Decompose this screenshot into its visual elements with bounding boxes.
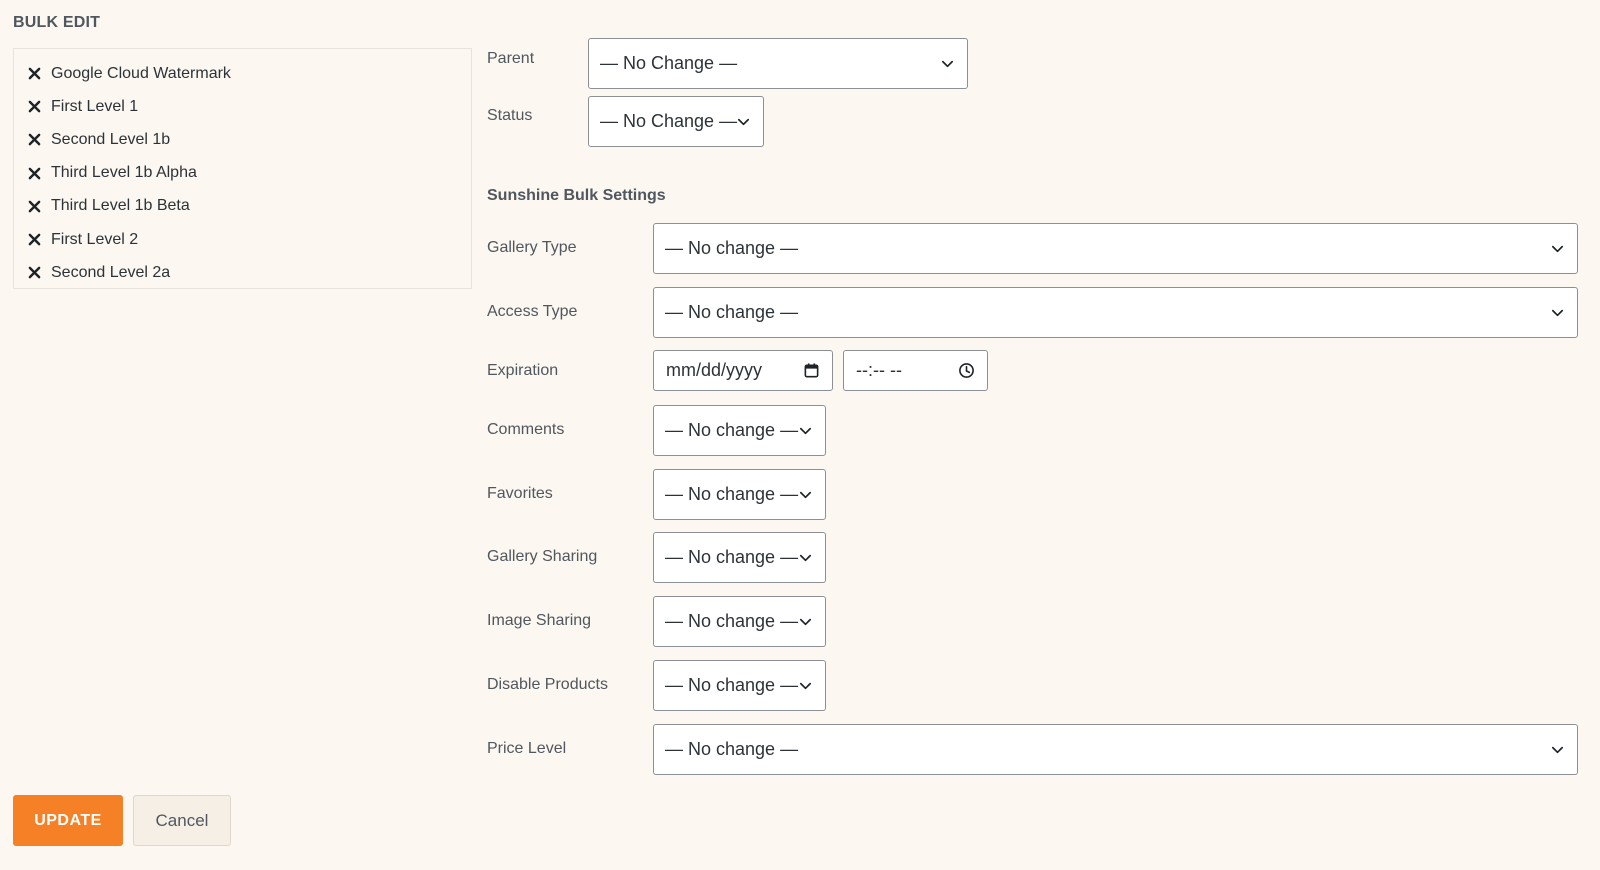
access-type-select[interactable]: — No change — (653, 287, 1578, 338)
close-icon[interactable] (27, 100, 41, 114)
chevron-down-icon (797, 550, 813, 566)
status-select[interactable]: — No Change — (588, 96, 764, 147)
list-item-label: Second Level 2a (51, 263, 171, 281)
status-label: Status (487, 107, 533, 124)
selected-items-list: Google Cloud Watermark First Level 1 Sec… (13, 48, 472, 289)
list-item-label: First Level 2 (51, 230, 139, 248)
comments-value: — No change — (665, 420, 799, 440)
list-item: Google Cloud Watermark (14, 57, 471, 90)
disable-products-value: — No change — (665, 675, 799, 695)
comments-label: Comments (487, 421, 565, 438)
chevron-down-icon (797, 614, 813, 630)
list-item: Third Level 1b Alpha (14, 157, 471, 190)
list-item: First Level 1 (14, 90, 471, 123)
list-item-label: Second Level 1b (51, 130, 171, 148)
gallery-sharing-label: Gallery Sharing (487, 548, 598, 565)
close-icon[interactable] (27, 133, 41, 147)
chevron-down-icon (939, 56, 955, 72)
parent-select-value: — No Change — (600, 53, 738, 73)
parent-label: Parent (487, 50, 535, 67)
expiration-date-placeholder: mm/dd/yyyy (666, 360, 763, 380)
list-item-label: Third Level 1b Beta (51, 197, 190, 215)
cancel-button[interactable]: Cancel (133, 795, 231, 846)
list-item: Third Level 1b Beta (14, 190, 471, 223)
bulk-edit-title: BULK EDIT (13, 14, 101, 31)
close-icon[interactable] (27, 266, 41, 280)
chevron-down-icon (1549, 305, 1565, 321)
favorites-select[interactable]: — No change — (653, 469, 826, 520)
chevron-down-icon (735, 114, 751, 130)
close-icon[interactable] (27, 233, 41, 247)
parent-select[interactable]: — No Change — (588, 38, 968, 89)
access-type-label: Access Type (487, 303, 578, 320)
chevron-down-icon (1549, 241, 1565, 257)
disable-products-label: Disable Products (487, 676, 608, 693)
gallery-sharing-select[interactable]: — No change — (653, 532, 826, 583)
close-icon[interactable] (27, 199, 41, 213)
chevron-down-icon (797, 487, 813, 503)
price-level-select[interactable]: — No change — (653, 724, 1578, 775)
list-item: Second Level 2a (14, 256, 471, 289)
expiration-label: Expiration (487, 362, 559, 379)
close-icon[interactable] (27, 67, 41, 81)
favorites-label: Favorites (487, 485, 553, 502)
expiration-time-input[interactable]: --:-- -- (843, 350, 988, 391)
chevron-down-icon (1549, 742, 1565, 758)
list-item-label: First Level 1 (51, 97, 139, 115)
gallery-type-label: Gallery Type (487, 239, 577, 256)
comments-select[interactable]: — No change — (653, 405, 826, 456)
chevron-down-icon (797, 423, 813, 439)
status-select-value: — No Change — (600, 111, 738, 131)
sunshine-bulk-settings-title: Sunshine Bulk Settings (487, 187, 666, 204)
chevron-down-icon (797, 678, 813, 694)
image-sharing-select[interactable]: — No change — (653, 596, 826, 647)
list-item-label: Google Cloud Watermark (51, 64, 231, 82)
list-item-label: Third Level 1b Alpha (51, 164, 197, 182)
price-level-label: Price Level (487, 740, 567, 757)
access-type-value: — No change — (665, 302, 799, 322)
gallery-sharing-value: — No change — (665, 547, 799, 567)
favorites-value: — No change — (665, 484, 799, 504)
update-button[interactable]: UPDATE (13, 795, 123, 846)
clock-icon[interactable] (957, 362, 975, 380)
image-sharing-value: — No change — (665, 611, 799, 631)
image-sharing-label: Image Sharing (487, 612, 592, 629)
price-level-value: — No change — (665, 739, 799, 759)
close-icon[interactable] (27, 166, 41, 180)
calendar-icon[interactable] (802, 362, 820, 380)
expiration-date-input[interactable]: mm/dd/yyyy (653, 350, 833, 391)
list-item: First Level 2 (14, 223, 471, 256)
gallery-type-value: — No change — (665, 238, 799, 258)
gallery-type-select[interactable]: — No change — (653, 223, 1578, 274)
list-item: Second Level 1b (14, 123, 471, 156)
expiration-time-placeholder: --:-- -- (856, 360, 902, 380)
disable-products-select[interactable]: — No change — (653, 660, 826, 711)
